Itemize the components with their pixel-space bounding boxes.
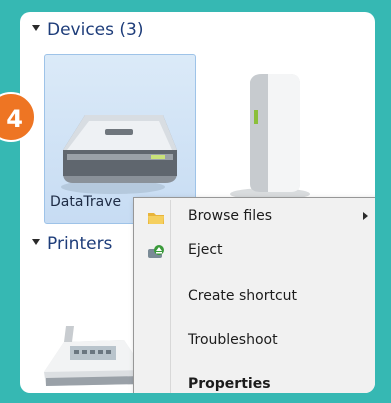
collapse-triangle-icon[interactable] bbox=[32, 239, 40, 245]
printers-section-header[interactable]: Printers bbox=[32, 234, 112, 254]
menu-item-troubleshoot[interactable]: Troubleshoot bbox=[136, 326, 375, 356]
device-label: DataTrave bbox=[50, 194, 122, 210]
menu-item-browse-files[interactable]: Browse files bbox=[136, 202, 375, 232]
devices-section-header[interactable]: Devices (3) bbox=[32, 20, 143, 40]
devices-and-printers-panel: Devices (3) DataTrave Printers Browse fi… bbox=[20, 12, 375, 393]
tutorial-frame: Devices (3) DataTrave Printers Browse fi… bbox=[0, 0, 391, 403]
collapse-triangle-icon[interactable] bbox=[32, 25, 40, 31]
submenu-arrow-icon bbox=[363, 212, 368, 220]
menu-item-label: Properties bbox=[188, 376, 271, 392]
menu-item-create-shortcut[interactable]: Create shortcut bbox=[136, 282, 375, 312]
printers-section-title: Printers bbox=[47, 234, 113, 254]
folder-icon bbox=[148, 213, 164, 224]
menu-item-properties[interactable]: Properties bbox=[136, 370, 375, 393]
menu-item-label: Create shortcut bbox=[188, 288, 298, 304]
devices-section-title: Devices (3) bbox=[47, 20, 144, 40]
menu-item-label: Troubleshoot bbox=[188, 332, 278, 348]
menu-item-eject[interactable]: Eject bbox=[136, 236, 375, 266]
context-menu: Browse files Eject Create shortcut Troub… bbox=[133, 197, 375, 393]
eject-icon bbox=[148, 245, 164, 258]
external-hard-drive-icon bbox=[230, 74, 310, 200]
menu-item-label: Eject bbox=[188, 242, 223, 258]
menu-item-label: Browse files bbox=[188, 208, 273, 224]
